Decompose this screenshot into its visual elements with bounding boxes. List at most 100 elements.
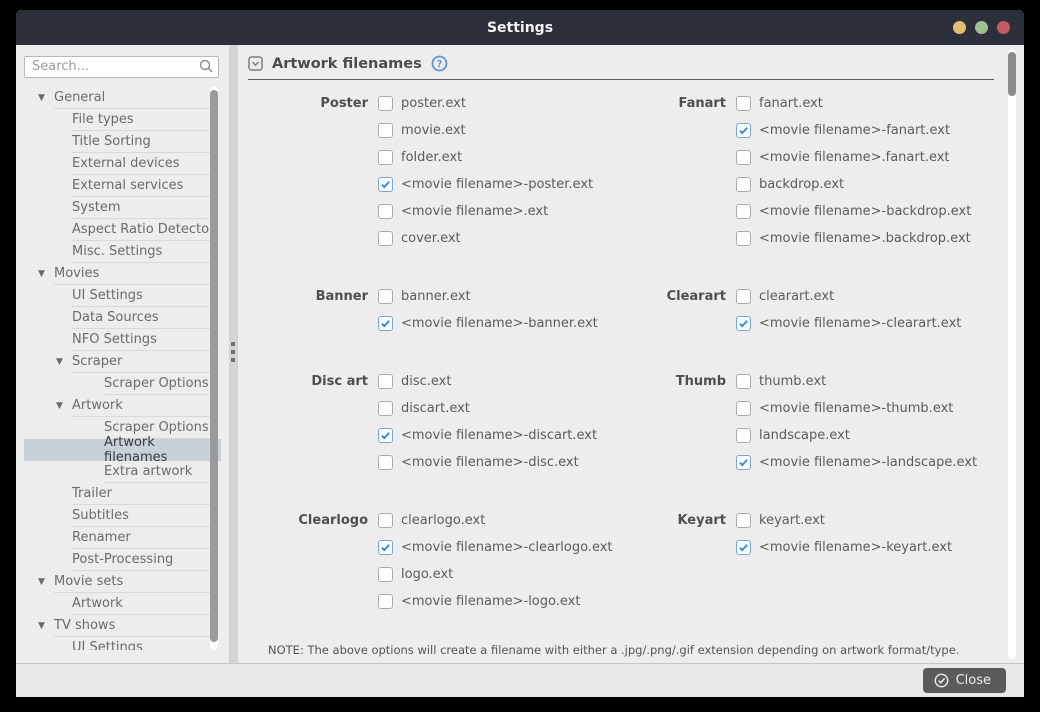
sidebar-item-scraper[interactable]: ▼ Scraper	[24, 351, 221, 373]
checkbox-unchecked[interactable]	[736, 513, 751, 528]
checkbox-unchecked[interactable]	[378, 96, 393, 111]
checkbox-option[interactable]: <movie filename>.fanart.ext	[736, 144, 971, 171]
checkbox-option[interactable]: clearlogo.ext	[378, 507, 613, 534]
main-scrollbar-thumb[interactable]	[1008, 52, 1016, 96]
checkbox-unchecked[interactable]	[378, 401, 393, 416]
help-icon[interactable]: ?	[431, 55, 448, 72]
checkbox-unchecked[interactable]	[736, 401, 751, 416]
checkbox-option[interactable]: banner.ext	[378, 283, 598, 310]
checkbox-option[interactable]: fanart.ext	[736, 90, 971, 117]
sidebar-item-title-sorting[interactable]: Title Sorting	[24, 131, 221, 153]
checkbox-unchecked[interactable]	[378, 567, 393, 582]
sidebar-item-artwork[interactable]: Artwork	[24, 593, 221, 615]
checkbox-unchecked[interactable]	[378, 204, 393, 219]
checkbox-option[interactable]: clearart.ext	[736, 283, 961, 310]
checkbox-option[interactable]: <movie filename>-fanart.ext	[736, 117, 971, 144]
checkbox-checked[interactable]	[378, 540, 393, 555]
sidebar-item-file-types[interactable]: File types	[24, 109, 221, 131]
expand-triangle-icon[interactable]: ▼	[56, 357, 72, 367]
checkbox-unchecked[interactable]	[736, 177, 751, 192]
sidebar-scrollbar-track[interactable]	[210, 87, 218, 650]
checkbox-option[interactable]: <movie filename>-disc.ext	[378, 449, 597, 476]
expand-triangle-icon[interactable]: ▼	[38, 577, 54, 587]
checkbox-checked[interactable]	[736, 316, 751, 331]
panel-splitter[interactable]	[229, 45, 238, 663]
checkbox-option[interactable]: logo.ext	[378, 561, 613, 588]
sidebar-item-artwork[interactable]: ▼ Artwork	[24, 395, 221, 417]
checkbox-unchecked[interactable]	[736, 374, 751, 389]
checkbox-option[interactable]: <movie filename>.ext	[378, 198, 593, 225]
expand-triangle-icon[interactable]: ▼	[38, 621, 54, 631]
checkbox-option[interactable]: discart.ext	[378, 395, 597, 422]
checkbox-option[interactable]: <movie filename>-clearlogo.ext	[378, 534, 613, 561]
checkbox-option[interactable]: keyart.ext	[736, 507, 952, 534]
checkbox-option[interactable]: disc.ext	[378, 368, 597, 395]
checkbox-option[interactable]: thumb.ext	[736, 368, 977, 395]
sidebar-item-trailer[interactable]: Trailer	[24, 483, 221, 505]
maximize-button[interactable]	[975, 21, 988, 34]
checkbox-checked[interactable]	[736, 455, 751, 470]
sidebar-item-external-devices[interactable]: External devices	[24, 153, 221, 175]
checkbox-option[interactable]: <movie filename>-landscape.ext	[736, 449, 977, 476]
checkbox-unchecked[interactable]	[736, 289, 751, 304]
checkbox-unchecked[interactable]	[736, 231, 751, 246]
sidebar-item-renamer[interactable]: Renamer	[24, 527, 221, 549]
sidebar-item-general[interactable]: ▼ General	[24, 87, 221, 109]
sidebar-item-scraper-options[interactable]: Scraper Options	[24, 373, 221, 395]
checkbox-unchecked[interactable]	[378, 594, 393, 609]
minimize-button[interactable]	[953, 21, 966, 34]
checkbox-option[interactable]: <movie filename>-poster.ext	[378, 171, 593, 198]
close-button[interactable]: Close	[922, 668, 1006, 693]
sidebar-item-system[interactable]: System	[24, 197, 221, 219]
checkbox-checked[interactable]	[736, 540, 751, 555]
sidebar-item-nfo-settings[interactable]: NFO Settings	[24, 329, 221, 351]
sidebar-item-external-services[interactable]: External services	[24, 175, 221, 197]
checkbox-unchecked[interactable]	[378, 150, 393, 165]
checkbox-unchecked[interactable]	[378, 513, 393, 528]
checkbox-unchecked[interactable]	[736, 96, 751, 111]
close-window-button[interactable]	[997, 21, 1010, 34]
sidebar-item-artwork-filenames[interactable]: Artwork filenames	[24, 435, 221, 465]
checkbox-option[interactable]: backdrop.ext	[736, 171, 971, 198]
checkbox-checked[interactable]	[378, 177, 393, 192]
checkbox-option[interactable]: movie.ext	[378, 117, 593, 144]
checkbox-option[interactable]: landscape.ext	[736, 422, 977, 449]
sidebar-item-movies[interactable]: ▼ Movies	[24, 263, 221, 285]
checkbox-checked[interactable]	[378, 428, 393, 443]
checkbox-option[interactable]: poster.ext	[378, 90, 593, 117]
checkbox-option[interactable]: <movie filename>-thumb.ext	[736, 395, 977, 422]
checkbox-option[interactable]: <movie filename>-backdrop.ext	[736, 198, 971, 225]
sidebar-item-aspect-ratio-detector[interactable]: Aspect Ratio Detector	[24, 219, 221, 241]
expand-triangle-icon[interactable]: ▼	[38, 269, 54, 279]
checkbox-unchecked[interactable]	[736, 150, 751, 165]
checkbox-option[interactable]: <movie filename>.backdrop.ext	[736, 225, 971, 252]
checkbox-checked[interactable]	[736, 123, 751, 138]
sidebar-item-tv-shows[interactable]: ▼ TV shows	[24, 615, 221, 637]
checkbox-unchecked[interactable]	[736, 204, 751, 219]
sidebar-item-movie-sets[interactable]: ▼ Movie sets	[24, 571, 221, 593]
checkbox-option[interactable]: <movie filename>-keyart.ext	[736, 534, 952, 561]
sidebar-item-misc-settings[interactable]: Misc. Settings	[24, 241, 221, 263]
checkbox-option[interactable]: <movie filename>-clearart.ext	[736, 310, 961, 337]
sidebar-item-ui-settings[interactable]: UI Settings	[24, 285, 221, 307]
search-input[interactable]	[24, 55, 219, 78]
checkbox-option[interactable]: cover.ext	[378, 225, 593, 252]
checkbox-option[interactable]: folder.ext	[378, 144, 593, 171]
checkbox-unchecked[interactable]	[736, 428, 751, 443]
checkbox-unchecked[interactable]	[378, 123, 393, 138]
sidebar-item-ui-settings[interactable]: UI Settings	[24, 637, 221, 650]
checkbox-checked[interactable]	[378, 316, 393, 331]
sidebar-item-post-processing[interactable]: Post-Processing	[24, 549, 221, 571]
expand-triangle-icon[interactable]: ▼	[56, 401, 72, 411]
checkbox-unchecked[interactable]	[378, 455, 393, 470]
checkbox-unchecked[interactable]	[378, 374, 393, 389]
checkbox-option[interactable]: <movie filename>-banner.ext	[378, 310, 598, 337]
checkbox-unchecked[interactable]	[378, 231, 393, 246]
sidebar-item-data-sources[interactable]: Data Sources	[24, 307, 221, 329]
expand-triangle-icon[interactable]: ▼	[38, 93, 54, 103]
sidebar-item-extra-artwork[interactable]: Extra artwork	[24, 461, 221, 483]
checkbox-unchecked[interactable]	[378, 289, 393, 304]
sidebar-item-subtitles[interactable]: Subtitles	[24, 505, 221, 527]
sidebar-scrollbar-thumb[interactable]	[210, 90, 218, 642]
main-scrollbar-track[interactable]	[1008, 49, 1016, 659]
